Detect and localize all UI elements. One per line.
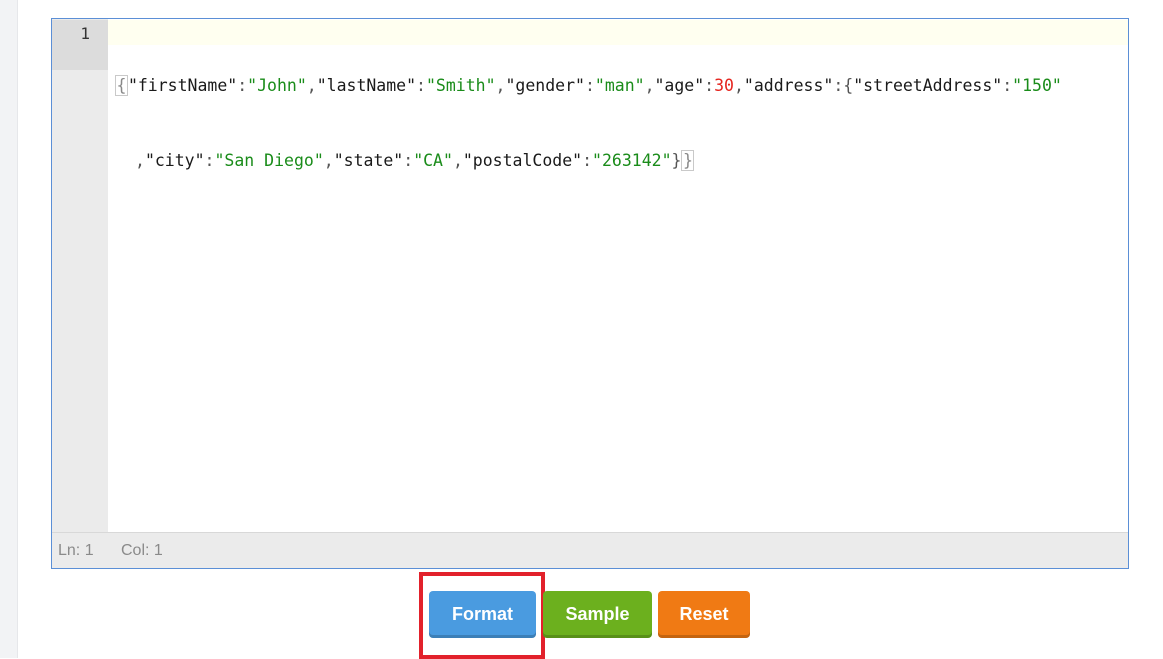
code-token: , <box>733 76 744 95</box>
code-token: "263142" <box>592 151 672 170</box>
page-left-rail <box>0 0 18 658</box>
code-token: : <box>237 76 248 95</box>
code-token: "John" <box>247 76 307 95</box>
code-token: "Smith" <box>425 76 496 95</box>
code-token: "streetAddress" <box>853 76 1003 95</box>
code-token: : <box>416 76 426 95</box>
reset-button[interactable]: Reset <box>658 591 750 638</box>
code-token: : <box>403 151 414 170</box>
code-line-1-wrapped[interactable]: ,"city":"San Diego","state":"CA","postal… <box>115 148 1122 173</box>
code-token: : <box>582 151 593 170</box>
code-token: , <box>644 76 655 95</box>
line-number-1: 1 <box>52 20 108 70</box>
code-token: : <box>584 76 595 95</box>
code-token: "state" <box>333 151 404 170</box>
line-number-gutter <box>52 19 108 532</box>
code-token: "CA" <box>413 151 453 170</box>
code-token: , <box>306 76 317 95</box>
code-token: "man" <box>594 76 645 95</box>
code-token: { <box>115 75 128 96</box>
code-token: 30 <box>714 76 734 95</box>
code-token: : <box>833 76 844 95</box>
cursor-line-status: Ln: 1 <box>58 542 94 559</box>
code-token: } <box>671 151 682 170</box>
code-token: { <box>843 76 854 95</box>
sample-button[interactable]: Sample <box>543 591 652 638</box>
code-token: , <box>135 151 145 170</box>
code-token: , <box>495 76 506 95</box>
code-token: "postalCode" <box>462 151 583 170</box>
cursor-col-status: Col: 1 <box>121 542 163 559</box>
line-number-text: 1 <box>80 24 90 43</box>
code-token: "San Diego" <box>214 151 324 170</box>
code-token: "age" <box>654 76 705 95</box>
format-button[interactable]: Format <box>429 591 536 638</box>
code-token: "lastName" <box>316 76 417 95</box>
code-token: "firstName" <box>127 76 238 95</box>
code-token: "address" <box>743 76 834 95</box>
code-token: "city" <box>144 151 205 170</box>
json-editor[interactable]: 1 {"firstName":"John","lastName":"Smith"… <box>51 18 1129 569</box>
code-token: : <box>1002 76 1013 95</box>
code-token: "gender" <box>505 76 585 95</box>
code-token: : <box>704 76 715 95</box>
status-bar: Ln: 1 Col: 1 <box>52 532 1128 568</box>
code-line-1[interactable]: {"firstName":"John","lastName":"Smith","… <box>115 73 1122 98</box>
code-area[interactable]: {"firstName":"John","lastName":"Smith","… <box>115 23 1122 223</box>
code-token: } <box>681 150 695 171</box>
code-token: "150" <box>1012 76 1062 95</box>
code-token: , <box>323 151 334 170</box>
code-token: : <box>204 151 215 170</box>
code-token: , <box>452 151 463 170</box>
